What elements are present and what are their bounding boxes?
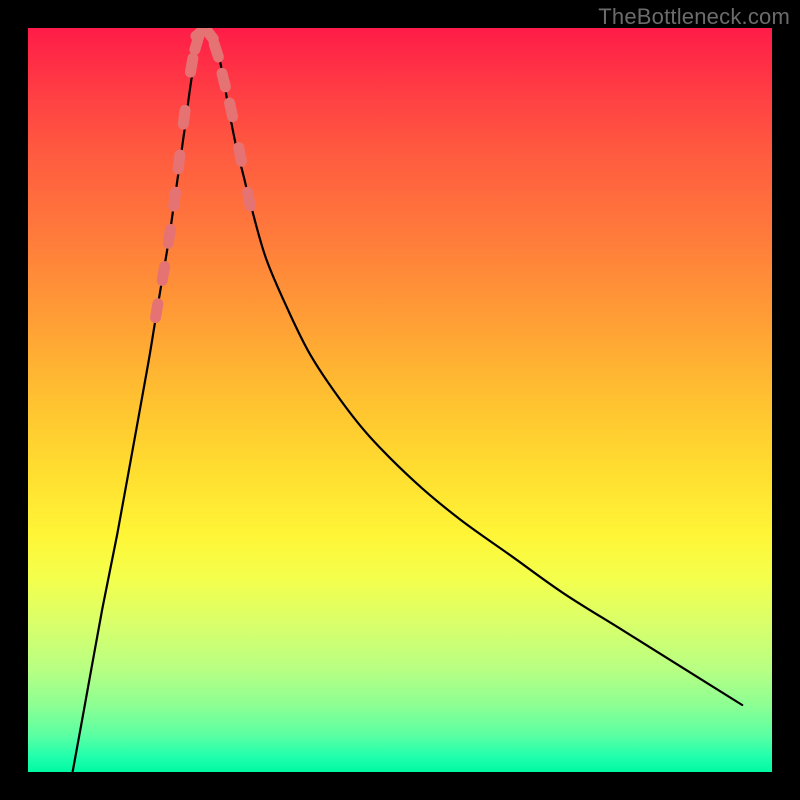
marker-point — [239, 148, 242, 162]
marker-point — [183, 110, 185, 124]
marker-group — [156, 28, 251, 318]
marker-point — [204, 28, 213, 39]
marker-point — [178, 155, 180, 169]
watermark-text: TheBottleneck.com — [598, 4, 790, 30]
marker-point — [156, 304, 158, 318]
chart-frame: TheBottleneck.com — [0, 0, 800, 800]
marker-point — [191, 58, 193, 72]
marker-point — [168, 229, 170, 243]
chart-overlay — [28, 28, 772, 772]
marker-point — [248, 192, 251, 206]
plot-area — [28, 28, 772, 772]
marker-point — [162, 267, 164, 281]
marker-point — [174, 192, 176, 206]
bottleneck-curve — [73, 28, 743, 772]
marker-point — [214, 44, 218, 57]
marker-point — [222, 73, 225, 87]
marker-point — [230, 103, 233, 117]
